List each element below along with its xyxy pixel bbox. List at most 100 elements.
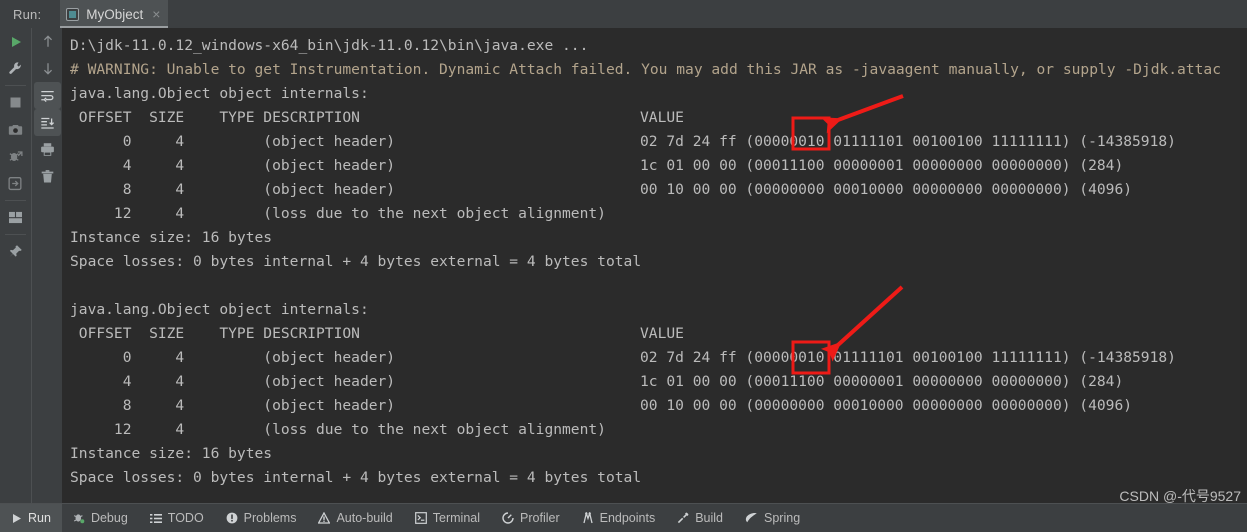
tab-label: MyObject — [86, 6, 144, 22]
warning-circle-icon — [226, 512, 238, 524]
command-line: D:\jdk-11.0.12_windows-x64_bin\jdk-11.0.… — [70, 37, 589, 54]
row-value-column: 1c 01 00 00 (00011100 00000001 00000000 … — [640, 373, 1124, 390]
endpoints-icon — [582, 512, 594, 524]
soft-wrap-icon — [41, 90, 54, 102]
pin-icon — [9, 245, 22, 258]
console-input-button[interactable] — [0, 170, 31, 197]
console-output[interactable]: D:\jdk-11.0.12_windows-x64_bin\jdk-11.0.… — [62, 28, 1247, 504]
up-occurrence-button[interactable] — [32, 28, 63, 55]
row-value-column: 02 7d 24 ff (00000010 01111101 00100100 … — [640, 133, 1176, 150]
idea-run-window: Run: MyObject × D:\jdk-11.0.12_windows-x… — [0, 0, 1247, 532]
status-bar-item-endpoints[interactable]: Endpoints — [571, 504, 667, 532]
close-icon[interactable]: × — [152, 7, 160, 21]
status-bar-item-run[interactable]: Run — [0, 504, 62, 532]
status-bar-item-debug[interactable]: Debug — [62, 504, 139, 532]
play-icon — [11, 36, 21, 47]
instance-size-1: Instance size: 16 bytes — [70, 445, 273, 462]
status-bar-item-profiler[interactable]: Profiler — [491, 504, 571, 532]
status-bar-item-label: Spring — [764, 511, 801, 525]
triangle-icon — [318, 512, 331, 524]
spring-leaf-icon — [745, 512, 758, 524]
block-heading-1: java.lang.Object object internals: — [70, 301, 369, 318]
row-left-columns: 4 4 (object header) — [70, 373, 396, 390]
status-bar-item-build[interactable]: Build — [666, 504, 734, 532]
rerun-button[interactable] — [0, 28, 31, 55]
login-arrow-icon — [8, 177, 22, 191]
table-row: 8 4 (object header) 00 10 00 00 (00000000… — [70, 394, 1247, 418]
print-button[interactable] — [32, 136, 63, 163]
row-left-columns: 12 4 (loss due to the next object alignm… — [70, 205, 606, 222]
table-row: 4 4 (object header) 1c 01 00 00 (00011100… — [70, 154, 1247, 178]
scroll-to-end-button[interactable] — [34, 109, 61, 136]
profiler-icon — [502, 512, 514, 524]
screenshot-button[interactable] — [0, 116, 31, 143]
class-file-icon — [66, 7, 80, 21]
status-bar-item-problems[interactable]: Problems — [215, 504, 308, 532]
play-icon — [11, 513, 22, 524]
status-bar-item-label: Auto-build — [336, 511, 393, 525]
bottom-tool-window-bar: Run Debug TODO Problems Auto-build Terminal Pr… — [0, 503, 1247, 532]
hammer-icon — [677, 512, 689, 524]
space-losses-1: Space losses: 0 bytes internal + 4 bytes… — [70, 469, 642, 486]
row-value-column: 1c 01 00 00 (00011100 00000001 00000000 … — [640, 157, 1124, 174]
pin-tab-button[interactable] — [0, 238, 31, 265]
block-heading-0: java.lang.Object object internals: — [70, 85, 369, 102]
bug-icon — [73, 512, 85, 524]
run-toolbars — [0, 28, 62, 504]
command-line-row: D:\jdk-11.0.12_windows-x64_bin\jdk-11.0.… — [70, 34, 1247, 58]
down-occurrence-button[interactable] — [32, 55, 63, 82]
rerun-settings-button[interactable] — [0, 55, 31, 82]
run-actions-toolbar — [0, 28, 31, 504]
table-row: 0 4 (object header) 02 7d 24 ff (00000010… — [70, 346, 1247, 370]
bug-attach-icon — [9, 151, 23, 161]
row-value-column: 00 10 00 00 (00000000 00010000 00000000 … — [640, 181, 1133, 198]
terminal-icon — [414, 512, 427, 524]
run-label: Run: — [13, 6, 42, 22]
row-left-columns: 12 4 (loss due to the next object alignm… — [70, 421, 606, 438]
attach-debugger-button[interactable] — [0, 143, 31, 170]
row-left-columns: 0 4 (object header) — [70, 133, 396, 150]
clear-all-button[interactable] — [32, 163, 63, 190]
printer-icon — [41, 143, 54, 156]
table-row: 8 4 (object header) 00 10 00 00 (00000000… — [70, 178, 1247, 202]
stop-square-icon — [10, 97, 21, 108]
status-bar-item-todo[interactable]: TODO — [139, 504, 215, 532]
row-value-column: 00 10 00 00 (00000000 00010000 00000000 … — [640, 397, 1133, 414]
scroll-to-end-icon — [41, 117, 55, 129]
wrench-icon — [9, 62, 21, 74]
status-bar-item-spring[interactable]: Spring — [734, 504, 811, 532]
table-row: 0 4 (object header) 02 7d 24 ff (00000010… — [70, 130, 1247, 154]
row-value-column: VALUE — [640, 325, 684, 342]
arrow-up-icon — [43, 35, 52, 47]
table-row: 12 4 (loss due to the next object alignm… — [70, 418, 1247, 442]
row-left-columns: 8 4 (object header) — [70, 397, 396, 414]
row-left-columns: 4 4 (object header) — [70, 157, 396, 174]
layout-button[interactable] — [0, 204, 31, 231]
run-tab-bar: Run: MyObject × — [0, 0, 1247, 28]
table-header-1: OFFSET SIZE TYPE DESCRIPTION VALUE — [70, 322, 1247, 346]
console-text: D:\jdk-11.0.12_windows-x64_bin\jdk-11.0.… — [70, 34, 1247, 490]
warning-line: # WARNING: Unable to get Instrumentation… — [70, 61, 1221, 78]
row-left-columns: OFFSET SIZE TYPE DESCRIPTION — [70, 109, 360, 126]
tab-myobject[interactable]: MyObject × — [60, 0, 169, 28]
row-left-columns: OFFSET SIZE TYPE DESCRIPTION — [70, 325, 360, 342]
arrow-down-icon — [43, 63, 52, 75]
status-bar-item-label: TODO — [167, 511, 204, 525]
toolbar-divider — [5, 85, 26, 86]
soft-wrap-button[interactable] — [34, 82, 61, 109]
console-actions-toolbar — [31, 28, 63, 504]
list-icon — [149, 513, 162, 524]
status-bar-item-label: Run — [28, 511, 51, 525]
status-bar-item-label: Debug — [90, 511, 128, 525]
status-bar-item-label: Terminal — [432, 511, 481, 525]
status-bar-item-label: Endpoints — [599, 511, 656, 525]
space-losses-0: Space losses: 0 bytes internal + 4 bytes… — [70, 253, 642, 270]
status-bar-item-terminal[interactable]: Terminal — [404, 504, 491, 532]
toolbar-divider — [5, 200, 26, 201]
status-bar-item-auto-build[interactable]: Auto-build — [307, 504, 403, 532]
stop-button[interactable] — [0, 89, 31, 116]
row-left-columns: 8 4 (object header) — [70, 181, 396, 198]
trash-icon — [41, 170, 54, 183]
table-row: 12 4 (loss due to the next object alignm… — [70, 202, 1247, 226]
